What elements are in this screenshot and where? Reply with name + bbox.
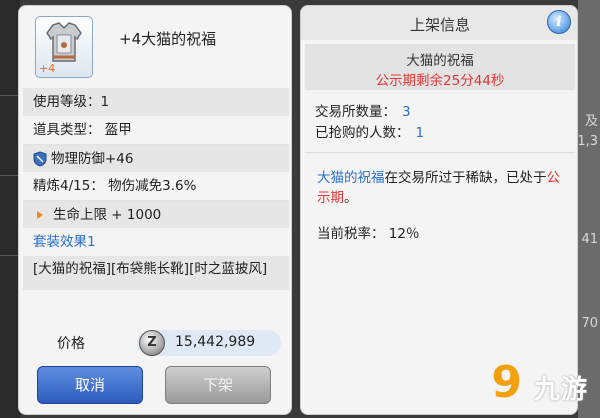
- item-header: +4 +4大猫的祝福: [19, 6, 291, 88]
- stat-bonus-row: 生命上限 + 1000: [23, 200, 289, 228]
- price-row: 价格 Z 15,442,989: [19, 324, 291, 360]
- stat-defense: 物理防御+46: [51, 151, 134, 167]
- message-text: 在交易所过于稀缺，已处于: [384, 170, 547, 186]
- background-divider: [0, 175, 20, 176]
- item-stats: 使用等级：1 道具类型： 盔甲 物理防御+46 精炼4/15： 物伤减免3.6%…: [23, 88, 289, 290]
- watermark-nine: 9: [491, 357, 522, 408]
- background-text: 及: [584, 114, 598, 129]
- message-end: 。: [344, 190, 358, 206]
- bullet-arrow-icon: [37, 211, 43, 219]
- shield-icon: [33, 151, 47, 167]
- background-text: 70: [581, 316, 598, 331]
- item-name: +4大猫的祝福: [119, 30, 217, 48]
- tax-rate: 当前税率： 12％: [317, 226, 420, 242]
- listing-title: 上架信息: [409, 16, 470, 34]
- message-item-name: 大猫的祝福: [317, 170, 385, 186]
- listing-info-panel: 上架信息 i 大猫的祝福 公示期剩余25分44秒 交易所数量： 3 已抢购的人数：…: [300, 5, 578, 415]
- trade-quantity-label: 交易所数量：: [315, 104, 396, 120]
- background-divider: [0, 95, 20, 96]
- refine-badge: +4: [39, 62, 56, 75]
- stat-level: 使用等级：1: [23, 88, 289, 116]
- stat-bonus: 生命上限 + 1000: [53, 207, 162, 223]
- set-effect-body: [大猫的祝福][布袋熊长靴][时之蓝披风]: [23, 256, 289, 290]
- background-right-strip: 及 1,3 41 70: [577, 0, 600, 418]
- listing-timer: 公示期剩余25分44秒: [375, 73, 505, 89]
- trade-quantity-value: 3: [402, 104, 411, 120]
- watermark-text: 九游: [533, 375, 588, 405]
- price-value: 15,442,989: [175, 334, 256, 350]
- grabbed-count-row: 已抢购的人数： 1: [315, 121, 424, 141]
- cancel-button[interactable]: 取消: [37, 366, 143, 404]
- stat-defense-row: 物理防御+46: [23, 144, 289, 172]
- background-left-strip: [0, 0, 20, 418]
- stat-refine: 精炼4/15： 物伤减免3.6%: [33, 178, 197, 194]
- grabbed-count-label: 已抢购的人数：: [315, 125, 410, 141]
- zeny-coin-icon: Z: [139, 330, 165, 356]
- watermark-logo: 9 九游: [476, 357, 594, 414]
- item-detail-panel: +4 +4大猫的祝福 使用等级：1 道具类型： 盔甲 物理防御+46 精炼4/1…: [18, 5, 292, 415]
- background-text: 1,3: [577, 134, 598, 149]
- listing-header: 上架信息 i: [301, 6, 577, 40]
- background-text: 41: [581, 232, 598, 247]
- set-effect-label: 套装效果1: [33, 234, 96, 250]
- delist-button[interactable]: 下架: [165, 366, 271, 404]
- grabbed-count-value: 1: [415, 125, 425, 141]
- armor-chestplate-icon: [46, 22, 82, 62]
- info-icon[interactable]: i: [547, 10, 571, 34]
- price-field: Z 15,442,989: [137, 330, 281, 356]
- divider: [305, 152, 575, 153]
- background-divider: [0, 255, 20, 256]
- scarcity-message: 大猫的祝福在交易所过于稀缺，已处于公示期。: [317, 168, 567, 208]
- trade-quantity-row: 交易所数量： 3: [315, 100, 411, 120]
- set-effect-title: 套装效果1: [23, 228, 289, 256]
- listing-summary: 大猫的祝福 公示期剩余25分44秒: [305, 44, 575, 90]
- listing-item-name: 大猫的祝福: [406, 53, 474, 69]
- stat-type: 道具类型： 盔甲: [33, 122, 132, 138]
- price-label: 价格: [57, 336, 85, 352]
- item-icon-frame: +4: [35, 16, 93, 78]
